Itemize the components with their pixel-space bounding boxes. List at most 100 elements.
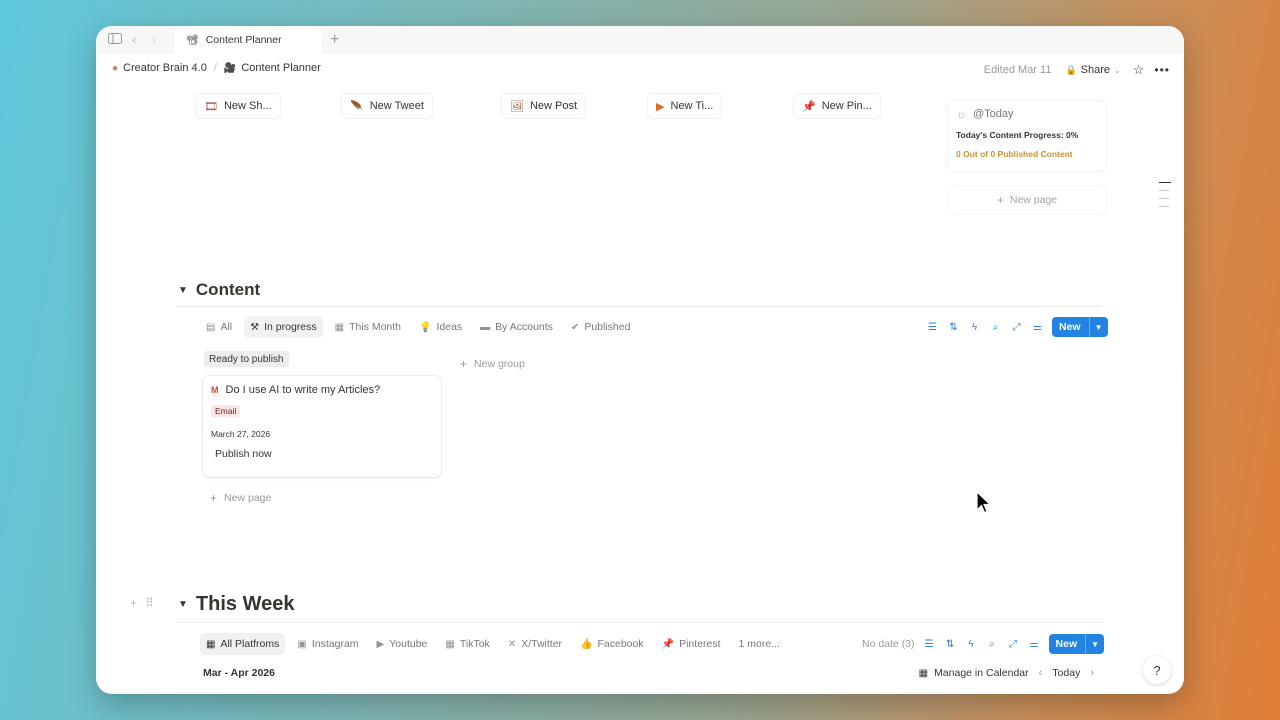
view-tab-label: Pinterest [679, 638, 721, 650]
view-tab-by-accounts[interactable]: ▬ By Accounts [474, 316, 559, 338]
view-tab-facebook[interactable]: 👍 Facebook [574, 633, 650, 655]
content-new-button[interactable]: New ▼ [1052, 317, 1108, 337]
outline-marker [1159, 206, 1169, 207]
breadcrumb-creator-brain[interactable]: Creator Brain 4.0 [123, 62, 207, 74]
tab-content-planner[interactable]: 📽 Content Planner [174, 26, 322, 54]
section-divider [176, 622, 1102, 623]
chevron-down-icon[interactable]: ▼ [1088, 317, 1108, 337]
view-tab-tiktok[interactable]: ▦ TikTok [439, 633, 495, 655]
gmail-icon: M [211, 385, 219, 395]
new-post-button[interactable]: 🖼 New Post [502, 94, 586, 118]
edited-timestamp: Edited Mar 11 [983, 64, 1052, 76]
card-tag: Email [211, 405, 241, 417]
settings-sliders-icon[interactable]: ⚌ [1024, 639, 1045, 650]
view-tab-ideas[interactable]: 💡 Ideas [413, 316, 468, 338]
next-arrow-icon[interactable]: › [1090, 667, 1094, 679]
sidebar-toggle-icon[interactable] [108, 33, 122, 47]
week-new-button[interactable]: New ▼ [1048, 634, 1105, 654]
card-date: March 27, 2026 [211, 429, 271, 439]
view-tab-all-platforms[interactable]: ▦ All Platfroms [200, 633, 286, 655]
group-label-ready-to-publish: Ready to publish [204, 351, 289, 367]
drag-handle-icon[interactable]: ⠿ [145, 596, 154, 610]
filter-icon[interactable]: ☰ [919, 639, 940, 650]
section-title: This Week [195, 593, 295, 615]
new-tab-icon[interactable]: + [330, 31, 339, 49]
back-arrow-icon[interactable]: ‹ [132, 33, 136, 47]
calendar-controls: ▦ Manage in Calendar ‹ Today › [919, 667, 1104, 679]
thumbs-up-icon: 👍 [580, 638, 593, 650]
forward-arrow-icon[interactable]: › [152, 33, 156, 47]
board-card[interactable]: M Do I use AI to write my Articles? Emai… [203, 376, 441, 477]
side-new-page-label: New page [1009, 194, 1058, 206]
calendar-icon: ▦ [918, 667, 929, 679]
content-toolbar: ☰ ⇅ ϟ ⌕ ⤢ ⚌ New ▼ [922, 317, 1108, 337]
view-tab-pinterest[interactable]: 📌 Pinterest [656, 633, 727, 655]
board-new-page-button[interactable]: + New page [210, 491, 271, 505]
today-progress: Today's Content Progress: 0% [956, 130, 1079, 140]
share-label: Share [1080, 64, 1111, 76]
view-tab-label: Facebook [597, 638, 644, 650]
view-tab-x-twitter[interactable]: ✕ X/Twitter [502, 633, 568, 655]
view-tab-label: All Platfroms [220, 638, 280, 650]
settings-sliders-icon[interactable]: ⚌ [1027, 322, 1048, 333]
new-short-button[interactable]: 🎞 New Sh... [196, 94, 280, 118]
view-tab-instagram[interactable]: ▣ Instagram [291, 633, 364, 655]
film-frame-icon: 🎞 [204, 100, 218, 113]
new-tiktok-button[interactable]: ▶ New Ti... [648, 94, 722, 118]
collapse-toggle-icon[interactable]: ▼ [178, 285, 188, 296]
view-tab-published[interactable]: ✔ Published [565, 316, 637, 338]
more-options-icon[interactable]: ••• [1154, 63, 1170, 77]
previous-arrow-icon[interactable]: ‹ [1039, 667, 1043, 679]
expand-icon[interactable]: ⤢ [1003, 639, 1024, 650]
new-button-label: New [1055, 638, 1078, 650]
no-date-button[interactable]: No date (3) [862, 638, 915, 650]
sort-icon[interactable]: ⇅ [943, 322, 964, 333]
today-card[interactable]: ☼ @Today Today's Content Progress: 0% 0 … [948, 101, 1106, 171]
view-tab-label: All [220, 321, 233, 333]
favorite-star-icon[interactable]: ☆ [1133, 62, 1145, 78]
breadcrumb-content-planner[interactable]: Content Planner [241, 62, 321, 74]
publish-now-button[interactable]: Publish now [211, 448, 433, 460]
new-short-label: New Sh... [223, 100, 272, 112]
manage-in-calendar-button[interactable]: Manage in Calendar [934, 667, 1029, 679]
new-tweet-label: New Tweet [369, 100, 424, 112]
play-circle-icon: ▶ [656, 100, 665, 113]
outline-marker [1159, 198, 1169, 199]
sort-icon[interactable]: ⇅ [940, 639, 961, 650]
plus-icon: + [460, 357, 468, 371]
section-divider [176, 306, 1102, 307]
plus-icon: + [210, 491, 218, 505]
calendar-date-range: Mar - Apr 2026 [203, 667, 275, 679]
published-count: 0 Out of 0 Published Content [956, 149, 1073, 159]
help-button[interactable]: ? [1143, 656, 1171, 684]
image-frame-icon: 🖼 [510, 100, 524, 113]
view-tab-label: Youtube [389, 638, 428, 650]
view-tab-this-month[interactable]: ▦ This Month [329, 316, 407, 338]
pushpin-icon: 📌 [802, 100, 816, 113]
add-block-icon[interactable]: + [130, 596, 137, 610]
filter-icon[interactable]: ☰ [922, 322, 943, 333]
collapse-toggle-icon[interactable]: ▼ [178, 599, 188, 610]
new-post-label: New Post [529, 100, 578, 112]
view-tab-in-progress[interactable]: ⚒ In progress [244, 316, 323, 338]
page-outline[interactable] [1159, 182, 1171, 214]
calendar-icon: ▦ [334, 321, 345, 333]
side-new-page-button[interactable]: + New page [948, 186, 1106, 214]
chevron-down-icon[interactable]: ▼ [1085, 634, 1104, 654]
new-pin-button[interactable]: 📌 New Pin... [794, 94, 880, 118]
view-tab-all[interactable]: ▤ All [200, 316, 238, 338]
new-tweet-button[interactable]: 🪶 New Tweet [342, 94, 432, 118]
automation-bolt-icon[interactable]: ϟ [964, 322, 985, 333]
board-new-page-label: New page [224, 492, 272, 504]
folder-icon: ▬ [480, 321, 491, 333]
view-tab-more[interactable]: 1 more... [733, 633, 786, 655]
expand-icon[interactable]: ⤢ [1006, 322, 1027, 333]
view-tab-youtube[interactable]: ▶ Youtube [371, 633, 434, 655]
search-icon[interactable]: ⌕ [982, 639, 1003, 650]
automation-bolt-icon[interactable]: ϟ [961, 639, 982, 650]
new-group-button[interactable]: + New group [460, 357, 525, 371]
film-camera-icon: 🎥 [223, 62, 237, 74]
share-button[interactable]: 🔒 Share ⌄ [1065, 64, 1120, 76]
today-button[interactable]: Today [1052, 667, 1080, 679]
search-icon[interactable]: ⌕ [985, 322, 1006, 333]
